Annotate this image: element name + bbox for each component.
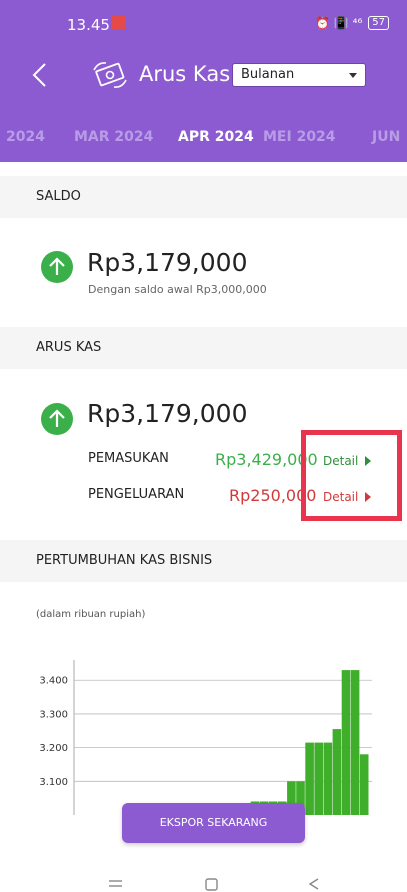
tab-month-1[interactable]: MAR 2024 <box>74 129 153 145</box>
period-dropdown[interactable]: Bulanan <box>232 63 366 87</box>
chart-bar <box>314 742 323 815</box>
expense-label: PENGELUARAN <box>88 487 185 502</box>
system-nav-bar <box>109 878 319 891</box>
chart-bar <box>332 729 342 815</box>
tab-month-3[interactable]: MEI 2024 <box>263 129 336 145</box>
arrow-up-icon <box>41 251 73 283</box>
status-indicators: ⏰ 📳 ⁴⁶ 57 <box>315 16 389 30</box>
highlight-box <box>301 430 402 521</box>
chevron-down-icon <box>349 73 357 78</box>
saldo-section-header: SALDO <box>0 176 407 218</box>
income-label: PEMASUKAN <box>88 451 169 466</box>
page-title: Arus Kas <box>139 62 231 86</box>
y-tick-label: 3.300 <box>39 709 68 720</box>
home-icon[interactable] <box>205 878 218 891</box>
chart-bar <box>323 742 333 815</box>
y-tick-label: 3.100 <box>39 777 68 788</box>
back-arrow-icon[interactable] <box>28 62 54 88</box>
arus-kas-header-label: ARUS KAS <box>36 340 102 355</box>
status-icons: ⏰ 📳 ⁴⁶ <box>315 16 363 30</box>
arrow-up-icon <box>41 403 73 435</box>
back-icon[interactable] <box>308 878 319 890</box>
y-tick-label: 3.200 <box>39 743 68 754</box>
app-bar: Arus Kas Bulanan <box>0 48 407 104</box>
status-time: 13.45 <box>67 16 110 34</box>
growth-section-header: PERTUMBUHAN KAS BISNIS <box>0 540 407 582</box>
growth-header-label: PERTUMBUHAN KAS BISNIS <box>36 553 213 568</box>
chart-bar <box>341 670 351 815</box>
tab-month-active[interactable]: APR 2024 <box>178 129 254 145</box>
tab-month-4[interactable]: JUN <box>372 129 400 145</box>
export-button[interactable]: EKSPOR SEKARANG <box>122 803 305 843</box>
chart-bar <box>305 742 314 815</box>
arus-kas-section-header: ARUS KAS <box>0 327 407 369</box>
saldo-amount: Rp3,179,000 <box>87 248 248 277</box>
arus-kas-amount: Rp3,179,000 <box>87 399 248 428</box>
saldo-subtitle: Dengan saldo awal Rp3,000,000 <box>88 283 267 296</box>
cash-flow-icon <box>93 62 127 88</box>
month-tabs: 2024 MAR 2024 APR 2024 MEI 2024 JUN <box>0 104 407 162</box>
status-bar: 13.45 ⏰ 📳 ⁴⁶ 57 <box>0 0 407 48</box>
tab-month-0[interactable]: 2024 <box>6 129 45 145</box>
saldo-header-label: SALDO <box>36 189 81 204</box>
menu-icon[interactable] <box>109 880 122 887</box>
chart-bar <box>350 670 360 815</box>
notification-icon <box>111 15 126 30</box>
chart-bar <box>359 754 369 815</box>
battery-icon: 57 <box>368 16 389 30</box>
growth-bar-chart: 3.100 3.200 3.300 3.400 <box>39 660 372 815</box>
chart-unit-note: (dalam ribuan rupiah) <box>36 609 146 620</box>
y-tick-label: 3.400 <box>39 676 68 687</box>
period-dropdown-label: Bulanan <box>241 67 295 82</box>
